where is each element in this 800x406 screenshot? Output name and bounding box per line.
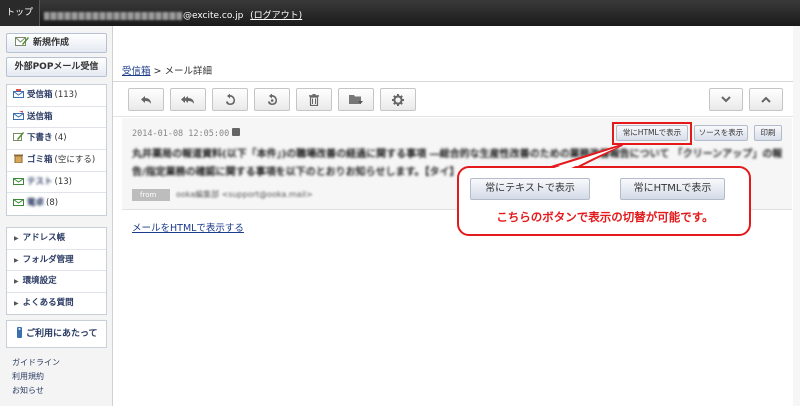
top-bar: トップ @excite.co.jp (ログアウト) [0,0,800,26]
link-guideline[interactable]: ガイドライン [12,356,60,370]
sidebar-item-folder-manage[interactable]: ▶ フォルダ管理 [7,250,106,271]
sidebar-item-count: (113) [54,90,78,100]
view-source-button[interactable]: ソースを表示 [694,125,748,141]
move-folder-icon [349,95,363,104]
top-home-link[interactable]: トップ [0,0,40,26]
reply-button[interactable] [128,88,164,111]
sidebar-item-count: (13) [54,176,72,187]
sidebar-item-address-book[interactable]: ▶ アドレス帳 [7,228,106,250]
sidebar-item-drafts[interactable]: 下書き (4) [7,128,106,151]
sidebar-item-label: 受信箱 [27,90,53,100]
draft-icon [13,132,24,142]
sidebar-item-inbox[interactable]: 受信箱 (113) [7,85,106,107]
forward-icon [226,93,235,105]
sidebar-item-count: (4) [54,133,67,144]
highlight-frame [612,122,692,145]
sidebar-item-trash[interactable]: ゴミ箱 (空にする) [7,150,106,172]
forward-attach-icon [268,93,277,105]
callout-message: こちらのボタンで表示の切替が可能です。 [496,210,714,224]
sidebar-item-sent[interactable]: 送信箱 [7,107,106,129]
sidebar-item-label: 環境設定 [22,276,57,286]
sidebar-menu: ▶ アドレス帳 ▶ フォルダ管理 ▶ 環境設定 ▶ よくある質問 [6,227,107,315]
breadcrumb-inbox-link[interactable]: 受信箱 [122,66,151,77]
message-info-icon[interactable] [232,128,240,136]
sidebar-item-label: よくある質問 [22,297,74,308]
pop-receive-button[interactable]: 外部POPメール受信 [6,57,107,77]
callout-always-text-button[interactable]: 常にテキストで表示 [470,178,590,200]
logout-link[interactable]: (ログアウト) [250,11,302,21]
delete-button[interactable] [296,88,332,111]
account-domain: @excite.co.jp [183,11,244,21]
compose-icon [15,37,29,46]
account-info: @excite.co.jp (ログアウト) [44,8,302,21]
settings-button[interactable] [380,88,416,111]
account-username-redacted [44,11,182,20]
breadcrumb-separator: > [150,66,165,77]
sidebar-item-folder-test[interactable]: テスト (13) [7,172,106,194]
chevron-right-icon: ▶ [14,235,19,242]
sidebar-item-label: ゴミ箱 [27,155,53,166]
divider [113,116,800,117]
sidebar-item-count[interactable]: (空にする) [55,155,96,165]
divider [113,81,800,82]
info-links: ガイドライン 利用規約 お知らせ [12,356,60,398]
chevron-up-icon [761,96,771,103]
reply-all-icon [181,95,194,104]
sidebar-item-folder-calc[interactable]: 電卓 (8) [7,193,106,215]
sidebar-item-label: アドレス帳 [22,233,66,243]
folder-icon [13,177,24,185]
sidebar-item-label: 電卓 [27,198,45,209]
sent-icon [13,110,24,120]
chevron-right-icon: ▶ [14,256,19,264]
sidebar-item-label: 下書き [27,133,53,144]
breadcrumb-current: メール詳細 [164,66,213,77]
settings-icon [392,93,404,106]
sidebar-item-label: フォルダ管理 [22,254,74,265]
from-name: ooka編集部 <support@ooka.mail> [176,190,313,199]
reply-all-button[interactable] [170,88,206,111]
forward-attach-button[interactable] [254,88,290,111]
chevron-down-icon [721,96,731,103]
delete-icon [309,93,319,106]
compose-label: 新規作成 [33,38,70,48]
previous-message-button[interactable] [749,88,783,111]
view-as-html-link[interactable]: メールをHTMLで表示する [132,220,244,234]
callout-always-html-button[interactable]: 常にHTMLで表示 [620,178,725,200]
info-icon [17,327,22,338]
print-button[interactable]: 印刷 [754,125,782,141]
scrollbar[interactable] [793,26,800,406]
info-heading: ご利用にあたって [6,320,107,348]
folder-list: 受信箱 (113) 送信箱 下書き (4) ゴミ箱 (空にする) テスト (13) 電卓… [6,84,107,217]
message-date: 2014-01-08 12:05:00 [132,129,230,139]
folder-icon [13,199,24,207]
reply-icon [141,95,151,104]
breadcrumb: 受信箱 > メール詳細 [122,63,212,77]
inbox-icon [13,89,24,98]
forward-button[interactable] [212,88,248,111]
info-heading-label: ご利用にあたって [26,329,98,339]
chevron-right-icon: ▶ [14,278,19,285]
sidebar: 新規作成 外部POPメール受信 受信箱 (113) 送信箱 下書き (4) ゴミ箱(… [0,26,113,406]
trash-icon [14,154,23,164]
sidebar-item-faq[interactable]: ▶ よくある質問 [7,293,106,315]
chevron-right-icon: ▶ [14,299,19,307]
link-terms[interactable]: 利用規約 [12,370,60,384]
sidebar-item-count: (8) [46,198,59,209]
from-tag: from [132,189,170,201]
move-folder-button[interactable] [338,88,374,111]
sidebar-item-settings[interactable]: ▶ 環境設定 [7,271,106,293]
next-message-button[interactable] [709,88,743,111]
sidebar-item-label: テスト [27,176,53,187]
compose-button[interactable]: 新規作成 [6,33,107,53]
callout-box [457,166,751,236]
link-news[interactable]: お知らせ [12,384,60,398]
sidebar-item-label: 送信箱 [27,111,53,122]
